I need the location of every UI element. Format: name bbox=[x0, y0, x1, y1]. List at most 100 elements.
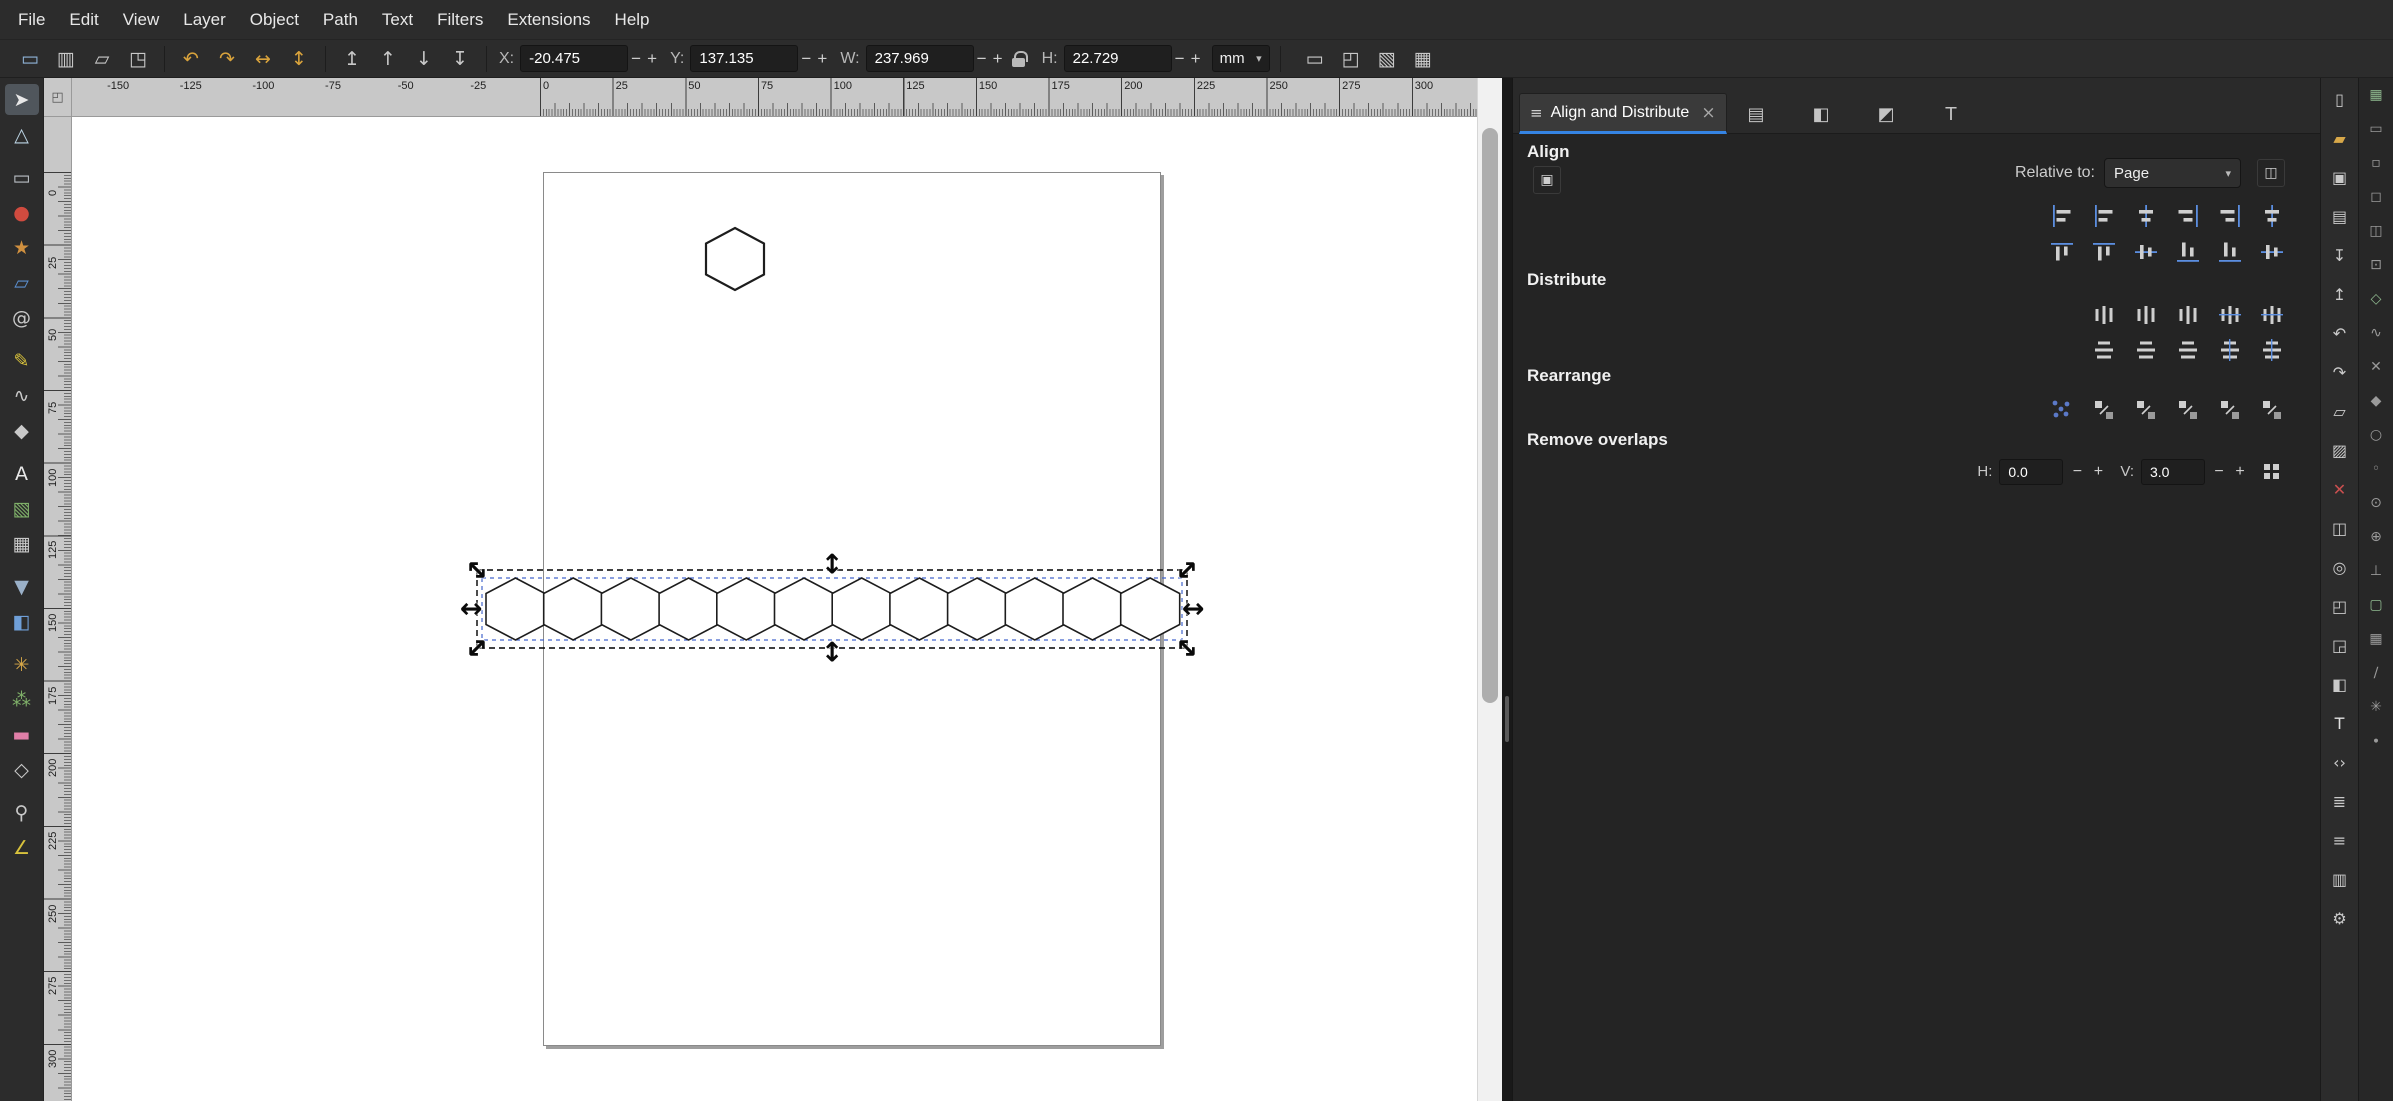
horizontal-ruler[interactable]: -150 -125 -100 -75 -50 -25 0 25 50 75 100 125 150 175… bbox=[72, 78, 1477, 117]
tab-fill-stroke[interactable]: ◩ bbox=[1864, 95, 1908, 133]
preferences[interactable]: ⚙ bbox=[2326, 905, 2354, 931]
h-decrement[interactable]: − bbox=[1172, 49, 1188, 69]
units-select[interactable]: mm ▾ bbox=[1211, 45, 1270, 72]
randomize-centers[interactable] bbox=[2212, 394, 2248, 425]
snap-guide-intersections[interactable]: ✳ bbox=[2362, 696, 2390, 718]
align-right-edges[interactable] bbox=[2170, 200, 2206, 231]
exchange-clockwise[interactable] bbox=[2170, 394, 2206, 425]
snap-path-intersections[interactable]: ✕ bbox=[2362, 356, 2390, 378]
canvas-vertical-scrollbar[interactable] bbox=[1477, 78, 1502, 1101]
align-text-vertical[interactable] bbox=[2254, 236, 2290, 267]
w-decrement[interactable]: − bbox=[974, 49, 990, 69]
flip-vertical[interactable]: ↕ bbox=[283, 44, 315, 74]
distribute-text-anchors-vertically[interactable] bbox=[2254, 334, 2290, 365]
scale-handle-se[interactable]: ↔ bbox=[1168, 629, 1206, 667]
x-decrement[interactable]: − bbox=[628, 49, 644, 69]
distribute-centers-vertically[interactable] bbox=[2128, 334, 2164, 365]
h-input[interactable] bbox=[1063, 45, 1172, 72]
tab-export[interactable]: ◧ bbox=[1799, 95, 1843, 133]
move-gradients-with-object[interactable]: ▧ bbox=[1371, 44, 1403, 74]
paste[interactable]: ▨ bbox=[2326, 437, 2354, 463]
raise-to-top[interactable]: ↥ bbox=[336, 44, 368, 74]
remove-overlaps-apply[interactable] bbox=[2254, 456, 2290, 487]
splitter-handle[interactable] bbox=[1505, 696, 1509, 742]
snap-text-baselines[interactable]: ⊥ bbox=[2362, 560, 2390, 582]
vertical-ruler[interactable]: 0 25 50 75 100 125 150 175 200 225 250 275 300 bbox=[44, 117, 72, 1101]
snap-rotation-centers[interactable]: ⊕ bbox=[2362, 526, 2390, 548]
tweak-tool[interactable]: ✳ bbox=[5, 649, 39, 680]
mesh-gradient-tool[interactable]: ▦ bbox=[5, 528, 39, 559]
calligraphy-tool[interactable]: ◆ bbox=[5, 415, 39, 446]
menu-item-path[interactable]: Path bbox=[311, 0, 370, 40]
menu-item-object[interactable]: Object bbox=[238, 0, 311, 40]
node-tool[interactable]: △ bbox=[5, 119, 39, 150]
center-on-vertical-axis[interactable] bbox=[2128, 200, 2164, 231]
group-objects[interactable]: ◰ bbox=[2326, 593, 2354, 619]
dropper-tool[interactable]: ▼ bbox=[5, 571, 39, 602]
distribute-centers-horizontally[interactable] bbox=[2128, 299, 2164, 330]
align-dialog[interactable]: ≡ bbox=[2326, 827, 2354, 853]
selection-options[interactable]: ◳ bbox=[122, 44, 154, 74]
x-input[interactable] bbox=[520, 45, 629, 72]
move-as-group[interactable]: ◫ bbox=[2257, 159, 2285, 187]
menu-item-file[interactable]: File bbox=[6, 0, 57, 40]
layers-dialog[interactable]: ≣ bbox=[2326, 788, 2354, 814]
box-3d-tool[interactable]: ▱ bbox=[5, 267, 39, 298]
new-document[interactable]: ▯ bbox=[2326, 86, 2354, 112]
select-all[interactable]: ▭ bbox=[14, 44, 46, 74]
x-increment[interactable]: + bbox=[644, 49, 660, 69]
menu-item-edit[interactable]: Edit bbox=[57, 0, 110, 40]
scale-handle-ne[interactable]: ↔ bbox=[1168, 551, 1206, 589]
canvas-viewport[interactable]: ↔ ↕ ↔ ↔ ↔ ↔ ↕ ↔ bbox=[72, 117, 1477, 1101]
import-image[interactable]: ↧ bbox=[2326, 242, 2354, 268]
align-left-to-anchor-right[interactable] bbox=[2212, 200, 2248, 231]
lock-aspect-ratio-toggle[interactable] bbox=[1006, 44, 1032, 74]
ruler-corner[interactable]: ◰ bbox=[44, 78, 72, 117]
y-input[interactable] bbox=[690, 45, 799, 72]
spray-tool[interactable]: ⁂ bbox=[5, 684, 39, 715]
snap-nodes[interactable]: ◇ bbox=[2362, 288, 2390, 310]
paint-bucket-tool[interactable]: ◧ bbox=[5, 606, 39, 637]
menu-item-filters[interactable]: Filters bbox=[425, 0, 495, 40]
text-tool[interactable]: A bbox=[5, 458, 39, 489]
snap-bounding-box[interactable]: ▭ bbox=[2362, 118, 2390, 140]
open-document[interactable]: ▰ bbox=[2326, 125, 2354, 151]
snap-guides[interactable]: ∕ bbox=[2362, 662, 2390, 684]
overlap-v-decrement[interactable]: − bbox=[2212, 463, 2226, 481]
snap-page-border[interactable]: ▢ bbox=[2362, 594, 2390, 616]
align-right-to-anchor-left[interactable] bbox=[2044, 200, 2080, 231]
distribute-top-edges[interactable] bbox=[2086, 334, 2122, 365]
xml-editor[interactable]: ‹› bbox=[2326, 749, 2354, 775]
pencil-tool[interactable]: ✎ bbox=[5, 345, 39, 376]
ungroup-objects[interactable]: ◲ bbox=[2326, 632, 2354, 658]
align-bottom-to-anchor-top[interactable] bbox=[2044, 236, 2080, 267]
connector-tool[interactable]: ◇ bbox=[5, 754, 39, 785]
align-text-horizontal[interactable] bbox=[2254, 200, 2290, 231]
snap-cusp-nodes[interactable]: ◆ bbox=[2362, 390, 2390, 412]
gradient-tool[interactable]: ▧ bbox=[5, 493, 39, 524]
eraser-tool[interactable]: ▬ bbox=[5, 719, 39, 750]
flip-horizontal[interactable]: ↔ bbox=[247, 44, 279, 74]
scale-handle-n[interactable]: ↕ bbox=[821, 552, 844, 579]
snap-grids[interactable]: ▦ bbox=[2362, 628, 2390, 650]
h-increment[interactable]: + bbox=[1188, 49, 1204, 69]
overlap-h-decrement[interactable]: − bbox=[2070, 463, 2084, 481]
raise[interactable]: ↑ bbox=[372, 44, 404, 74]
y-decrement[interactable]: − bbox=[798, 49, 814, 69]
distribute-equal-gaps-vertically[interactable] bbox=[2212, 334, 2248, 365]
snap-smooth-nodes[interactable]: ○ bbox=[2362, 424, 2390, 446]
snap-midpoints[interactable]: ∙ bbox=[2362, 730, 2390, 752]
overlap-v-increment[interactable]: + bbox=[2233, 463, 2247, 481]
distribute-equal-gaps-horizontally[interactable] bbox=[2212, 299, 2248, 330]
pen-tool[interactable]: ∿ bbox=[5, 380, 39, 411]
deselect[interactable]: ▱ bbox=[86, 44, 118, 74]
copy[interactable]: ▱ bbox=[2326, 398, 2354, 424]
snap-enabled[interactable]: ▦ bbox=[2362, 84, 2390, 106]
duplicate[interactable]: ◫ bbox=[2326, 515, 2354, 541]
star-tool[interactable]: ★ bbox=[5, 232, 39, 263]
menu-item-extensions[interactable]: Extensions bbox=[495, 0, 602, 40]
arrange-as-graph[interactable] bbox=[2044, 394, 2080, 425]
menu-item-view[interactable]: View bbox=[111, 0, 172, 40]
align-bottom-edges[interactable] bbox=[2170, 236, 2206, 267]
fill-and-stroke-dialog[interactable]: ◧ bbox=[2326, 671, 2354, 697]
